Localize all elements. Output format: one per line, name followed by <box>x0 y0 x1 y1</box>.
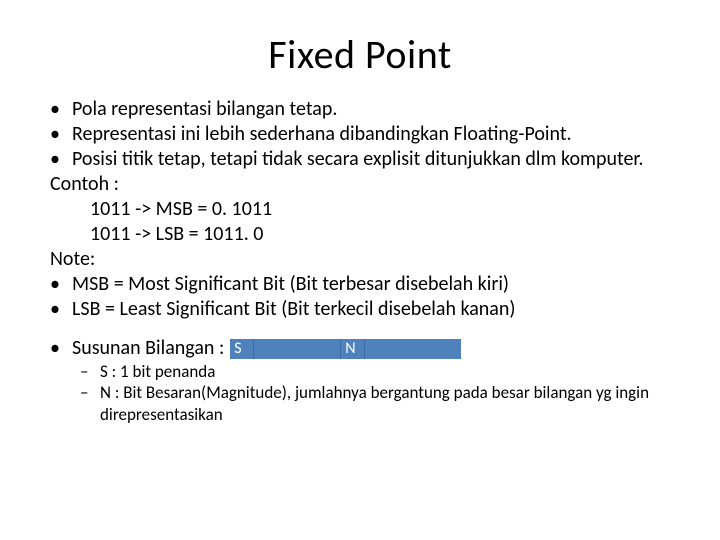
sub-text: S : 1 bit penanda <box>100 361 215 382</box>
bullet-text: Pola representasi bilangan tetap. <box>72 97 337 122</box>
bullet-text: MSB = Most Significant Bit (Bit terbesar… <box>72 272 509 297</box>
sub-list: – S : 1 bit penanda – N : Bit Besaran(Ma… <box>80 361 680 425</box>
bullet-item: • MSB = Most Significant Bit (Bit terbes… <box>50 272 680 297</box>
box-gap <box>365 339 461 359</box>
slide-body: • Pola representasi bilangan tetap. • Re… <box>40 97 680 425</box>
bit-layout-diagram: S N <box>230 339 461 359</box>
structure-label: Susunan Bilangan : <box>72 336 224 361</box>
bullet-item: • Pola representasi bilangan tetap. <box>50 97 680 122</box>
bullet-item: • LSB = Least Significant Bit (Bit terke… <box>50 297 680 322</box>
bullet-dot-icon: • <box>50 147 72 172</box>
bullet-item: • Posisi titik tetap, tetapi tidak secar… <box>50 147 680 172</box>
bullet-dot-icon: • <box>50 297 72 322</box>
bullet-text: Posisi titik tetap, tetapi tidak secara … <box>72 147 643 172</box>
sub-item: – S : 1 bit penanda <box>80 361 680 382</box>
bullet-dot-icon: • <box>50 336 72 361</box>
bullet-dot-icon: • <box>50 122 72 147</box>
example-line: 1011 -> MSB = 0. 1011 <box>90 197 680 222</box>
box-s: S <box>230 339 254 359</box>
bullet-dot-icon: • <box>50 272 72 297</box>
dash-icon: – <box>80 361 100 382</box>
slide-title: Fixed Point <box>40 30 680 79</box>
label-note: Note: <box>50 247 680 272</box>
structure-row: • Susunan Bilangan : S N <box>50 336 680 361</box>
box-gap <box>254 339 341 359</box>
bullet-text: LSB = Least Significant Bit (Bit terkeci… <box>72 297 515 322</box>
label-contoh: Contoh : <box>50 172 680 197</box>
example-line: 1011 -> LSB = 1011. 0 <box>90 222 680 247</box>
sub-text: N : Bit Besaran(Magnitude), jumlahnya be… <box>100 382 680 425</box>
sub-item: – N : Bit Besaran(Magnitude), jumlahnya … <box>80 382 680 425</box>
bullet-dot-icon: • <box>50 97 72 122</box>
box-n: N <box>341 339 365 359</box>
bullet-item: • Representasi ini lebih sederhana diban… <box>50 122 680 147</box>
bullet-text: Representasi ini lebih sederhana dibandi… <box>72 122 572 147</box>
slide: Fixed Point • Pola representasi bilangan… <box>0 0 720 540</box>
dash-icon: – <box>80 382 100 425</box>
